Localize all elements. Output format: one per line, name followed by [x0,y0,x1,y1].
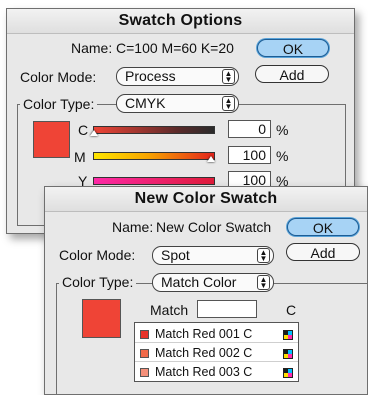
color-mode-label: Color Mode: [20,69,97,85]
color-mode-select[interactable]: Process ▲ ▼ [116,67,239,86]
cmyk-mode-icon [283,330,293,340]
new-color-swatch-dialog: New Color Swatch Name: New Color Swatch … [44,186,368,395]
color-type-label: Color Type: [20,95,98,113]
color-chip [140,330,149,339]
color-preview-swatch [82,299,121,338]
color-mode-value: Process [125,68,176,84]
cmyk-mode-icon [283,349,293,359]
cyan-unit: % [276,122,289,138]
color-type-value: CMYK [125,95,166,111]
add-button[interactable]: Add [286,243,360,261]
ok-button[interactable]: OK [287,218,359,236]
color-chip [140,349,149,358]
up-down-arrows-icon: ▲ ▼ [222,96,235,111]
magenta-unit: % [276,148,289,164]
color-type-select[interactable]: Match Color ▲ ▼ [152,273,274,292]
color-mode-value: Spot [161,247,190,263]
color-type-label: Color Type: [59,273,137,291]
list-item[interactable]: Match Red 003 C [135,363,298,381]
list-separator [135,342,298,343]
color-mode-label: Color Mode: [59,247,136,263]
yellow-slider[interactable] [93,177,215,185]
match-suffix: C [286,302,297,318]
magenta-slider[interactable] [93,152,215,160]
list-item-label: Match Red 001 C [155,327,253,341]
color-type-select[interactable]: CMYK ▲ ▼ [116,94,239,113]
match-color-list[interactable]: Match Red 001 C Match Red 002 C Match Re… [134,322,299,382]
name-label: Name: [71,40,113,56]
add-button[interactable]: Add [255,65,329,83]
list-item-label: Match Red 003 C [155,365,253,379]
name-label: Name: [112,219,154,235]
color-mode-select[interactable]: Spot ▲ ▼ [152,246,274,265]
cyan-slider-thumb[interactable] [90,130,98,136]
color-chip [140,368,149,377]
list-item[interactable]: Match Red 001 C [135,325,298,343]
list-item-label: Match Red 002 C [155,346,253,360]
magenta-label: M [74,149,86,165]
cyan-slider[interactable] [93,126,215,134]
name-value: New Color Swatch [156,219,272,235]
list-item[interactable]: Match Red 002 C [135,344,298,362]
magenta-value[interactable]: 100 [228,146,271,164]
cmyk-mode-icon [283,368,293,378]
name-value: C=100 M=60 K=20 [116,40,234,56]
magenta-slider-thumb[interactable] [207,156,215,162]
up-down-arrows-icon: ▲ ▼ [257,248,270,263]
list-separator [135,361,298,362]
up-down-arrows-icon: ▲ ▼ [222,69,235,84]
cyan-label: C [78,122,89,138]
color-preview-swatch [33,121,70,158]
cyan-value[interactable]: 0 [228,120,271,138]
dialog-title: New Color Swatch [45,187,367,212]
up-down-arrows-icon: ▲ ▼ [257,275,270,290]
match-label: Match [150,302,189,318]
ok-button[interactable]: OK [257,39,329,57]
color-type-value: Match Color [161,274,237,290]
match-input[interactable] [197,300,257,318]
dialog-title: Swatch Options [7,9,354,34]
